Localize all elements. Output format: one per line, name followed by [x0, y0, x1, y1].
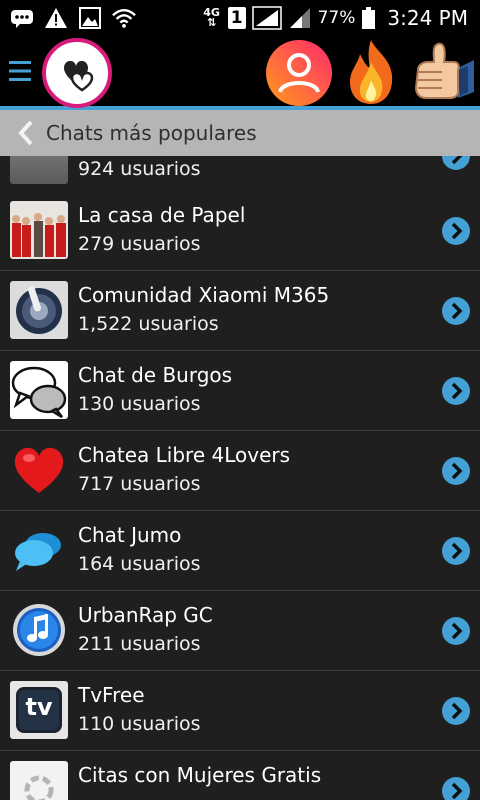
battery-icon [361, 7, 375, 29]
sim-icon: 1 [227, 7, 246, 29]
tv-logo-label: tv [25, 693, 53, 721]
chat-user-count: 924 usuarios [78, 158, 201, 180]
chat-title: UrbanRap GC [78, 603, 213, 627]
chat-user-count: 1,522 usuarios [78, 313, 219, 335]
chat-title: Citas con Mujeres Gratis [78, 763, 322, 787]
chat-row[interactable]: La casa de Papel 279 usuarios [0, 191, 480, 271]
data-arrows-icon: ⇅ [207, 16, 217, 29]
chevron-right-icon[interactable] [441, 216, 471, 246]
hamburger-icon[interactable] [9, 58, 31, 84]
clock: 3:24 PM [387, 6, 468, 30]
chat-user-count: 211 usuarios [78, 633, 201, 655]
chat-title: La casa de Papel [78, 203, 246, 227]
chat-row[interactable]: Comunidad Xiaomi M365 1,522 usuarios [0, 271, 480, 351]
status-bar: 4G ⇅ 1 77% 3:24 PM [0, 0, 480, 36]
scooter-wheel-icon [10, 281, 68, 339]
chevron-right-icon[interactable] [441, 456, 471, 486]
network-type-icon: 4G ⇅ [202, 7, 222, 29]
hearts-logo-icon[interactable] [42, 38, 112, 108]
la-casa-de-papel-photo [10, 201, 68, 259]
chat-title: Chat de Burgos [78, 363, 233, 387]
chat-title: Chatea Libre 4Lovers [78, 443, 291, 467]
chat-title: TvFree [78, 683, 145, 707]
chat-list: 924 usuarios La casa de Papel 279 usuari… [0, 156, 480, 800]
fire-icon[interactable] [342, 38, 400, 106]
chat-title: Comunidad Xiaomi M365 [78, 283, 330, 307]
tv-logo-icon: tv [10, 681, 68, 739]
chat-title: Chat Jumo [78, 523, 182, 547]
chat-user-count: 110 usuarios [78, 713, 201, 735]
chevron-right-icon[interactable] [441, 296, 471, 326]
bbm-icon [10, 7, 34, 29]
speech-bubbles-icon [10, 361, 68, 419]
chat-thumbnail [10, 156, 68, 184]
chevron-right-icon[interactable] [441, 376, 471, 406]
loading-ring-icon [10, 761, 68, 800]
back-chevron-icon[interactable] [12, 118, 42, 148]
battery-percent: 77% [317, 8, 356, 28]
chat-row[interactable]: Citas con Mujeres Gratis [0, 751, 480, 800]
chat-user-count: 130 usuarios [78, 393, 201, 415]
sim-slot-label: 1 [230, 8, 243, 28]
blue-chat-bubbles-icon [10, 521, 68, 579]
profile-icon[interactable] [266, 40, 332, 106]
thumbs-up-icon[interactable] [408, 40, 476, 104]
signal-icon [251, 6, 282, 30]
image-icon [78, 7, 102, 29]
chevron-right-icon[interactable] [441, 616, 471, 646]
chat-row[interactable]: tv TvFree 110 usuarios [0, 671, 480, 751]
chat-row[interactable]: UrbanRap GC 211 usuarios [0, 591, 480, 671]
chevron-right-icon[interactable] [441, 156, 471, 171]
chat-user-count: 717 usuarios [78, 473, 201, 495]
page-title: Chats más populares [46, 121, 257, 145]
chat-user-count: 279 usuarios [78, 233, 201, 255]
chat-row[interactable]: Chat Jumo 164 usuarios [0, 511, 480, 591]
music-note-icon [10, 601, 68, 659]
chevron-right-icon[interactable] [441, 536, 471, 566]
chevron-right-icon[interactable] [441, 776, 471, 800]
chat-row[interactable]: 924 usuarios [0, 156, 480, 196]
chevron-right-icon[interactable] [441, 696, 471, 726]
section-header: Chats más populares [0, 110, 480, 156]
warning-icon [44, 7, 68, 29]
signal-2-icon [288, 7, 312, 29]
chat-user-count: 164 usuarios [78, 553, 201, 575]
red-heart-icon [10, 441, 68, 499]
chat-row[interactable]: Chatea Libre 4Lovers 717 usuarios [0, 431, 480, 511]
wifi-icon [112, 7, 136, 29]
chat-row[interactable]: Chat de Burgos 130 usuarios [0, 351, 480, 431]
